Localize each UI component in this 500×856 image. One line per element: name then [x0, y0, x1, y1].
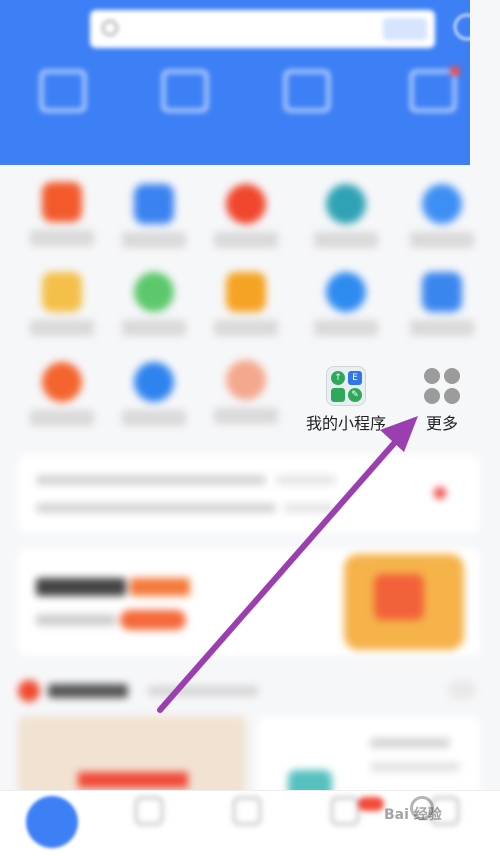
grid-item[interactable]: [108, 272, 200, 336]
mini-program-icon: ↑ E ✎: [326, 366, 366, 406]
scan-icon: [40, 70, 86, 112]
search-input[interactable]: [90, 10, 435, 48]
grid-item[interactable]: [16, 182, 108, 246]
watermark-logo: Bai 经验: [372, 796, 492, 836]
grid-item[interactable]: [300, 272, 392, 336]
card-button[interactable]: [398, 66, 468, 124]
app-screen: ↑ E ✎ 我的小程序 更多 Bai 经验: [0, 0, 500, 856]
card-icon: [410, 70, 456, 112]
travel-icon: [284, 70, 330, 112]
grid-item[interactable]: [200, 272, 292, 336]
nav-tab[interactable]: [310, 797, 384, 831]
my-mini-programs-button[interactable]: ↑ E ✎ 我的小程序: [298, 366, 394, 433]
grid-item[interactable]: [300, 184, 392, 248]
mini-program-label: 我的小程序: [305, 414, 386, 433]
notification-dot: [450, 66, 460, 76]
grid-item[interactable]: [396, 184, 488, 248]
promo-banner[interactable]: [18, 548, 480, 656]
travel-button[interactable]: [272, 70, 342, 124]
nav-tab[interactable]: [114, 797, 184, 831]
search-button[interactable]: [383, 18, 427, 40]
notice-card[interactable]: [18, 455, 480, 533]
more-grid-icon: [422, 366, 462, 406]
city-selector[interactable]: [18, 14, 80, 38]
pay-icon: [162, 70, 208, 112]
grid-item[interactable]: [200, 184, 292, 248]
search-icon: [102, 20, 118, 36]
grid-item[interactable]: [200, 360, 292, 424]
grid-item[interactable]: [108, 184, 200, 248]
grid-item[interactable]: [16, 362, 108, 426]
home-tab-button[interactable]: [26, 796, 78, 848]
grid-item[interactable]: [396, 272, 488, 336]
pay-button[interactable]: [150, 70, 220, 124]
grid-item[interactable]: [108, 362, 200, 426]
more-button[interactable]: 更多: [396, 366, 488, 433]
grid-item[interactable]: [16, 272, 108, 336]
section-header: [18, 676, 480, 706]
nav-tab[interactable]: [212, 797, 282, 831]
header-bar: [0, 0, 480, 165]
more-label: 更多: [425, 414, 458, 433]
scan-button[interactable]: [28, 70, 98, 124]
